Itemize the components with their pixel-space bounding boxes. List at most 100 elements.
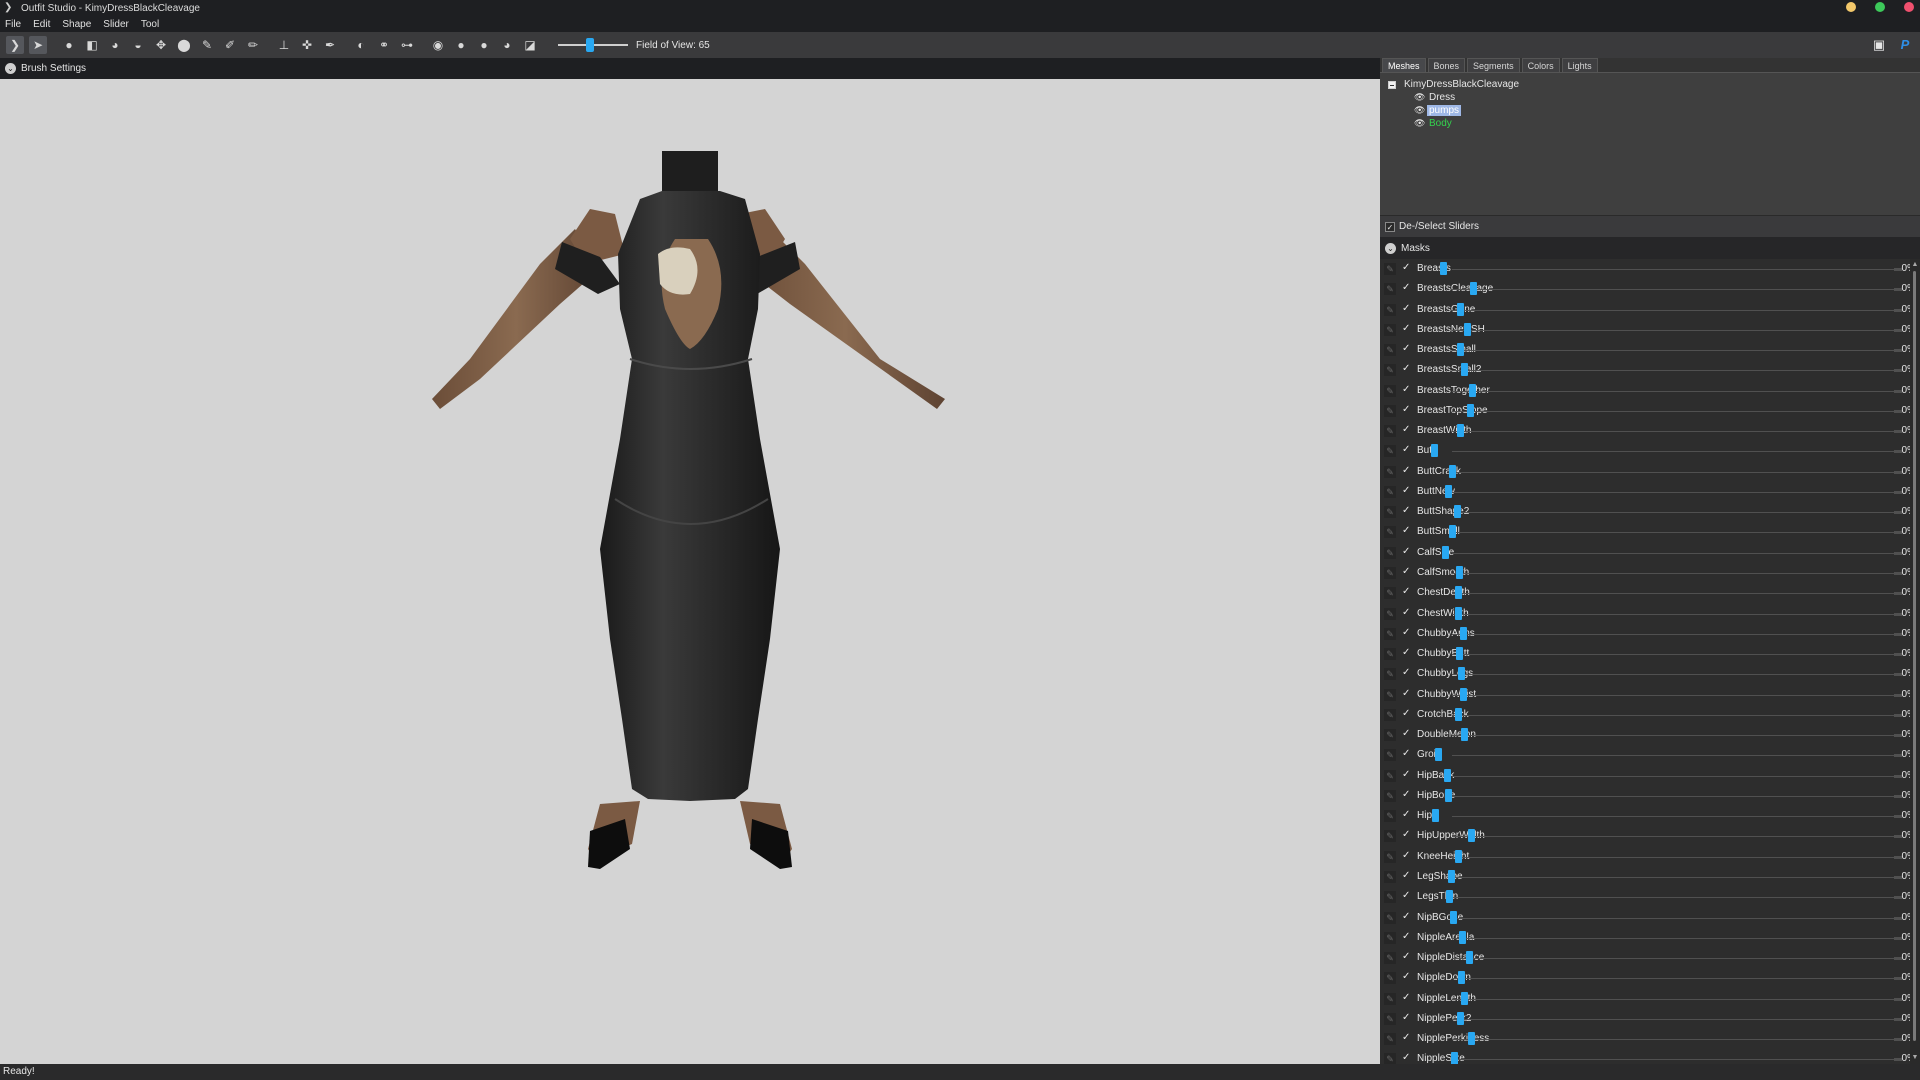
maximize-button[interactable] <box>1875 2 1885 12</box>
slider-checkbox[interactable]: ✓ <box>1402 465 1413 477</box>
tree-root-item[interactable]: KimyDressBlackCleavage <box>1388 79 1519 90</box>
slider-list-scrollbar[interactable]: ▲ ▼ <box>1910 259 1920 1064</box>
slider-thumb[interactable] <box>1455 849 1462 863</box>
slider-track[interactable] <box>1452 896 1902 900</box>
edit-slider-icon[interactable]: ✎ <box>1384 587 1396 600</box>
slider-track[interactable] <box>1452 511 1902 515</box>
slider-thumb[interactable] <box>1469 383 1476 397</box>
chevron-down-icon[interactable]: ⌄ <box>1385 242 1396 254</box>
edit-slider-icon[interactable]: ✎ <box>1384 992 1396 1005</box>
slider-track[interactable] <box>1452 592 1902 596</box>
slider-track[interactable] <box>1452 612 1902 616</box>
slider-checkbox[interactable]: ✓ <box>1402 282 1413 294</box>
edit-slider-icon[interactable]: ✎ <box>1384 607 1396 620</box>
slider-checkbox[interactable]: ✓ <box>1402 323 1413 335</box>
edit-slider-icon[interactable]: ✎ <box>1384 546 1396 559</box>
slider-track[interactable] <box>1452 308 1902 312</box>
connect-icon[interactable]: ⚭ <box>375 36 393 54</box>
slider-track[interactable] <box>1452 815 1902 819</box>
slider-checkbox[interactable]: ✓ <box>1402 829 1413 841</box>
inflate-brush-icon[interactable]: ◕ <box>106 36 124 54</box>
slider-checkbox[interactable]: ✓ <box>1402 444 1413 456</box>
slider-thumb[interactable] <box>1461 991 1468 1005</box>
slider-thumb[interactable] <box>1457 343 1464 357</box>
slider-thumb[interactable] <box>1467 403 1474 417</box>
edit-slider-icon[interactable]: ✎ <box>1384 891 1396 904</box>
slider-track[interactable] <box>1452 1038 1902 1042</box>
slider-track[interactable] <box>1452 693 1902 697</box>
edit-slider-icon[interactable]: ✎ <box>1384 688 1396 701</box>
menu-file[interactable]: File <box>5 19 21 30</box>
field-of-view-slider[interactable] <box>558 38 628 52</box>
slider-thumb[interactable] <box>1450 910 1457 924</box>
smooth-brush-icon[interactable]: ⬤ <box>175 36 193 54</box>
menu-shape[interactable]: Shape <box>62 19 91 30</box>
weight-brush-icon[interactable]: ✐ <box>221 36 239 54</box>
slider-track[interactable] <box>1452 713 1902 717</box>
edge-icon[interactable]: ⊶ <box>398 36 416 54</box>
slider-track[interactable] <box>1452 531 1902 535</box>
slider-track[interactable] <box>1452 653 1902 657</box>
slider-thumb[interactable] <box>1468 1032 1475 1046</box>
deselect-sliders-bar[interactable]: ✓ De-/Select Sliders <box>1380 215 1920 237</box>
move-brush-icon[interactable]: ✥ <box>152 36 170 54</box>
tree-item-pumps[interactable]: 👁 pumps <box>1414 105 1462 116</box>
collapse-icon[interactable] <box>1388 80 1396 89</box>
tab-meshes[interactable]: Meshes <box>1382 58 1426 72</box>
slider-thumb[interactable] <box>1461 728 1468 742</box>
slider-thumb[interactable] <box>1451 1052 1458 1064</box>
slider-thumb[interactable] <box>1455 586 1462 600</box>
slider-checkbox[interactable]: ✓ <box>1402 363 1413 375</box>
slider-track[interactable] <box>1452 754 1902 758</box>
slider-checkbox[interactable]: ✓ <box>1402 1012 1413 1024</box>
slider-checkbox[interactable]: ✓ <box>1402 262 1413 274</box>
slider-checkbox[interactable]: ✓ <box>1402 505 1413 517</box>
slider-thumb[interactable] <box>1455 606 1462 620</box>
edit-slider-icon[interactable]: ✎ <box>1384 323 1396 336</box>
slider-track[interactable] <box>1452 875 1902 879</box>
scroll-up-icon[interactable]: ▲ <box>1911 261 1919 269</box>
edit-slider-icon[interactable]: ✎ <box>1384 972 1396 985</box>
deselect-sliders-checkbox[interactable]: ✓ <box>1385 221 1395 232</box>
edit-slider-icon[interactable]: ✎ <box>1384 283 1396 296</box>
slider-thumb[interactable] <box>1444 768 1451 782</box>
edit-slider-icon[interactable]: ✎ <box>1384 952 1396 965</box>
slider-checkbox[interactable]: ✓ <box>1402 384 1413 396</box>
slider-thumb[interactable] <box>1460 626 1467 640</box>
slider-checkbox[interactable]: ✓ <box>1402 607 1413 619</box>
slider-checkbox[interactable]: ✓ <box>1402 1032 1413 1044</box>
mask-brush-icon[interactable]: ◧ <box>83 36 101 54</box>
slider-track[interactable] <box>1452 673 1902 677</box>
mirror-icon[interactable]: ◐ <box>352 36 370 54</box>
scroll-down-icon[interactable]: ▼ <box>1911 1054 1919 1062</box>
slider-checkbox[interactable]: ✓ <box>1402 303 1413 315</box>
slider-thumb[interactable] <box>1459 930 1466 944</box>
slider-track[interactable] <box>1452 430 1902 434</box>
slider-thumb[interactable] <box>1457 424 1464 438</box>
edit-slider-icon[interactable]: ✎ <box>1384 445 1396 458</box>
slider-track[interactable] <box>1452 1017 1902 1021</box>
slider-thumb[interactable] <box>1440 262 1447 275</box>
edit-slider-icon[interactable]: ✎ <box>1384 789 1396 802</box>
slider-thumb[interactable] <box>1435 748 1442 762</box>
edit-slider-icon[interactable]: ✎ <box>1384 870 1396 883</box>
discord-icon[interactable]: ▣ <box>1870 36 1888 54</box>
slider-checkbox[interactable]: ✓ <box>1402 911 1413 923</box>
slider-checkbox[interactable]: ✓ <box>1402 890 1413 902</box>
tab-segments[interactable]: Segments <box>1467 58 1520 72</box>
edit-slider-icon[interactable]: ✎ <box>1384 506 1396 519</box>
slider-thumb[interactable] <box>1468 829 1475 843</box>
slider-checkbox[interactable]: ✓ <box>1402 870 1413 882</box>
brush-settings-bar[interactable]: ⌄ Brush Settings <box>0 58 1380 79</box>
menu-slider[interactable]: Slider <box>103 19 129 30</box>
slider-track[interactable] <box>1452 794 1902 798</box>
deflate-brush-icon[interactable]: ◒ <box>129 36 147 54</box>
slider-checkbox[interactable]: ✓ <box>1402 566 1413 578</box>
slider-track[interactable] <box>1452 369 1902 373</box>
slider-track[interactable] <box>1452 936 1902 940</box>
slider-checkbox[interactable]: ✓ <box>1402 647 1413 659</box>
slider-thumb[interactable] <box>1445 788 1452 802</box>
edit-slider-icon[interactable]: ✎ <box>1384 729 1396 742</box>
edit-slider-icon[interactable]: ✎ <box>1384 263 1396 275</box>
slider-checkbox[interactable]: ✓ <box>1402 667 1413 679</box>
